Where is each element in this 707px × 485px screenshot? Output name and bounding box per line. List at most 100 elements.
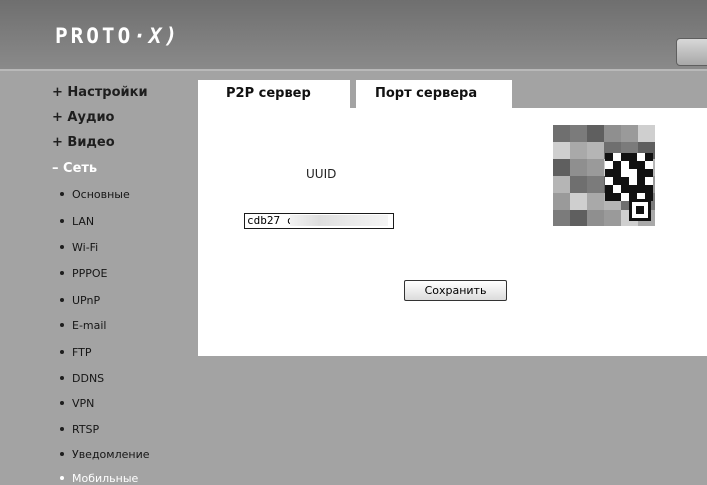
qr-module xyxy=(637,177,645,185)
qr-module xyxy=(621,185,629,193)
qr-pixel xyxy=(553,176,570,193)
bullet-icon xyxy=(60,323,64,327)
header-bar: PROTO·X) xyxy=(0,0,707,71)
logo-text: PROTO xyxy=(55,24,134,48)
sidebar-item-label: Мобильные xyxy=(72,472,139,485)
tab-p2p-server[interactable]: P2P сервер xyxy=(198,80,350,108)
sidebar-item-vpn[interactable]: VPN xyxy=(60,397,94,410)
bullet-icon xyxy=(60,452,64,456)
qr-pixel xyxy=(621,125,638,142)
sidebar-item-basic[interactable]: Основные xyxy=(60,188,130,201)
qr-module xyxy=(621,169,629,177)
qr-pixel xyxy=(587,159,604,176)
tab-server-port[interactable]: Порт сервера xyxy=(356,80,512,108)
qr-module xyxy=(621,161,629,169)
qr-module xyxy=(605,169,613,177)
sidebar-item-label: LAN xyxy=(72,215,95,228)
qr-pixel xyxy=(553,210,570,226)
logo-x-mark: ·X) xyxy=(133,24,181,48)
sidebar-item-wifi[interactable]: Wi-Fi xyxy=(60,241,98,254)
bullet-icon xyxy=(60,401,64,405)
qr-module xyxy=(605,193,613,201)
qr-module xyxy=(629,161,637,169)
qr-pixel xyxy=(570,142,587,159)
qr-module xyxy=(645,177,653,185)
qr-pixel xyxy=(604,210,621,226)
sidebar-item-network[interactable]: – Сеть xyxy=(52,161,97,176)
logo: PROTO·X) xyxy=(55,24,180,48)
uuid-redaction xyxy=(290,215,388,226)
qr-module xyxy=(605,177,613,185)
qr-pixel xyxy=(587,142,604,159)
qr-pixel xyxy=(553,142,570,159)
qr-module xyxy=(637,161,645,169)
uuid-label: UUID xyxy=(306,167,337,181)
sidebar-item-mobile[interactable]: Мобильные xyxy=(60,472,138,485)
sidebar-item-label: Основные xyxy=(72,188,130,201)
qr-pixel xyxy=(570,159,587,176)
qr-module xyxy=(645,161,653,169)
sidebar-item-label: Уведомление xyxy=(72,448,150,461)
qr-module xyxy=(613,161,621,169)
qr-module xyxy=(629,169,637,177)
qr-module xyxy=(613,193,621,201)
qr-pixel xyxy=(570,193,587,210)
qr-pixel xyxy=(553,193,570,210)
sidebar-item-label: DDNS xyxy=(72,372,105,385)
bullet-icon xyxy=(60,298,64,302)
qr-finder-pattern xyxy=(629,199,651,221)
qr-pixel xyxy=(570,125,587,142)
bullet-icon xyxy=(60,476,64,480)
qr-code-icon xyxy=(553,125,655,226)
qr-module xyxy=(645,185,653,193)
qr-module xyxy=(621,177,629,185)
qr-module xyxy=(645,153,653,161)
qr-pixel xyxy=(587,176,604,193)
qr-pixel xyxy=(587,125,604,142)
bullet-icon xyxy=(60,192,64,196)
bullet-icon xyxy=(60,245,64,249)
qr-module xyxy=(605,185,613,193)
qr-module xyxy=(621,153,629,161)
sidebar-item-label: PPPOE xyxy=(72,267,108,280)
bullet-icon xyxy=(60,219,64,223)
sidebar-item-lan[interactable]: LAN xyxy=(60,215,94,228)
sidebar-item-ddns[interactable]: DDNS xyxy=(60,372,104,385)
qr-module xyxy=(637,169,645,177)
qr-module xyxy=(621,193,629,201)
qr-module xyxy=(637,153,645,161)
qr-module xyxy=(645,169,653,177)
qr-module xyxy=(613,169,621,177)
sidebar-item-audio[interactable]: + Аудио xyxy=(52,110,115,125)
sidebar-item-label: RTSP xyxy=(72,423,100,436)
sidebar-item-rtsp[interactable]: RTSP xyxy=(60,423,99,436)
sidebar-item-label: E-mail xyxy=(72,319,107,332)
sidebar-item-settings[interactable]: + Настройки xyxy=(52,85,148,100)
qr-module xyxy=(629,177,637,185)
qr-pixel xyxy=(553,159,570,176)
bullet-icon xyxy=(60,376,64,380)
sidebar-item-label: UPnP xyxy=(72,294,101,307)
sidebar-item-upnp[interactable]: UPnP xyxy=(60,294,100,307)
sidebar-item-notification[interactable]: Уведомление xyxy=(60,448,150,461)
qr-module xyxy=(613,177,621,185)
sidebar-item-label: FTP xyxy=(72,346,92,359)
qr-pixel xyxy=(587,210,604,226)
sidebar-item-label: VPN xyxy=(72,397,95,410)
save-button[interactable]: Сохранить xyxy=(404,280,507,301)
bullet-icon xyxy=(60,427,64,431)
header-button[interactable] xyxy=(676,38,707,66)
qr-module xyxy=(605,161,613,169)
qr-pixel xyxy=(587,193,604,210)
qr-module xyxy=(613,153,621,161)
sidebar-item-email[interactable]: E-mail xyxy=(60,319,107,332)
qr-module xyxy=(629,185,637,193)
bullet-icon xyxy=(60,350,64,354)
sidebar-item-video[interactable]: + Видео xyxy=(52,135,115,150)
sidebar-item-pppoe[interactable]: PPPOE xyxy=(60,267,108,280)
qr-module xyxy=(629,153,637,161)
qr-module xyxy=(613,185,621,193)
qr-pixel xyxy=(570,176,587,193)
qr-module xyxy=(605,153,613,161)
sidebar-item-ftp[interactable]: FTP xyxy=(60,346,92,359)
